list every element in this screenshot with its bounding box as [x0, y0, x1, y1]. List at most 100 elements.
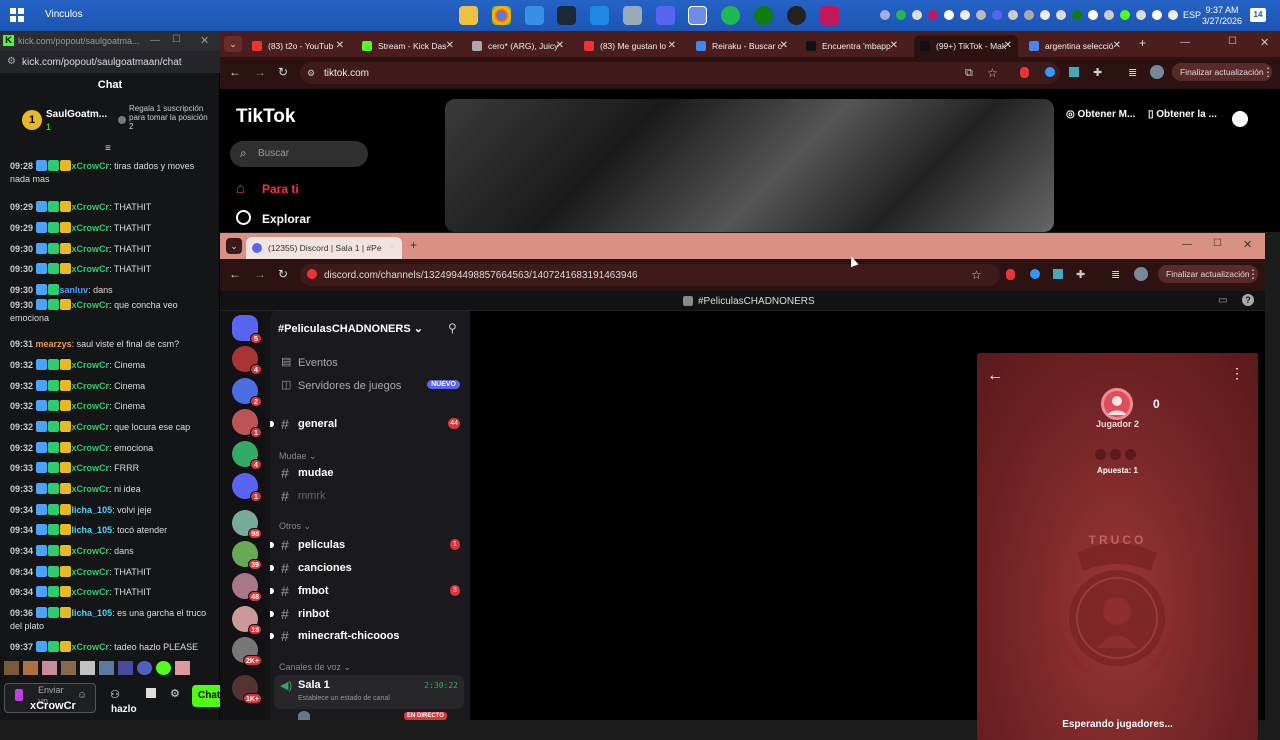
user-badge-icon[interactable] [35, 442, 47, 453]
close-icon[interactable]: ✕ [1243, 238, 1252, 251]
user-badge-icon[interactable] [59, 566, 71, 577]
clock[interactable]: 9:37 AM 3/27/2026 [1202, 5, 1242, 27]
message-username[interactable]: licha_105 [72, 608, 113, 618]
browser-tab[interactable]: Encuentra 'mbapp ✕ [800, 35, 904, 57]
server-icon[interactable]: 98 [232, 510, 262, 539]
user-badge-icon[interactable] [47, 380, 59, 391]
user-badge-icon[interactable] [35, 545, 47, 556]
tray-icon[interactable] [976, 10, 986, 20]
maximize-icon[interactable]: ☐ [1213, 238, 1222, 249]
user-badge-icon[interactable] [35, 421, 47, 432]
user-badge-icon[interactable] [59, 400, 71, 411]
discord-tab[interactable]: (12355) Discord | Sala 1 | #Pe ✕ [246, 237, 402, 259]
forward-icon[interactable]: → [254, 65, 266, 79]
get-app-button[interactable]: ◎ Obtener M... [1066, 109, 1135, 120]
new-tab-icon[interactable]: + [410, 238, 417, 252]
emote[interactable] [61, 661, 76, 675]
tiktok-address-bar[interactable] [300, 62, 1060, 84]
user-badge-icon[interactable] [47, 160, 59, 171]
profile-avatar[interactable] [1150, 65, 1164, 79]
extensions-puzzle-icon[interactable]: ✚ [1093, 66, 1102, 79]
message-username[interactable]: xCrowCr [72, 264, 110, 274]
user-badge-icon[interactable] [35, 462, 47, 473]
user-badge-icon[interactable] [47, 483, 59, 494]
channel-peliculas[interactable]: # peliculas 1 [270, 535, 464, 555]
menu-kebab-icon[interactable]: ⋮ [1262, 65, 1274, 79]
user-badge-icon[interactable] [59, 160, 71, 171]
events-item[interactable]: ▤ Eventos [278, 353, 464, 373]
server-icon[interactable]: 1 [232, 409, 262, 438]
maximize-icon[interactable]: ☐ [1228, 36, 1237, 47]
user-badge-icon[interactable] [47, 299, 59, 310]
message-username[interactable]: xCrowCr [72, 381, 110, 391]
minimize-icon[interactable]: — [1180, 37, 1190, 48]
tray-icon[interactable] [1008, 10, 1018, 20]
tray-icon[interactable] [912, 10, 922, 20]
user-avatar[interactable] [298, 711, 310, 720]
user-badge-icon[interactable] [47, 442, 59, 453]
windows-start-icon[interactable] [10, 8, 24, 22]
user-badge-icon[interactable] [35, 222, 47, 233]
invite-user-icon[interactable]: ⚲ [448, 321, 457, 335]
user-badge-icon[interactable] [59, 380, 71, 391]
user-badge-icon[interactable] [59, 483, 71, 494]
category-mudae[interactable]: Mudae ⌄ [279, 451, 317, 462]
emote[interactable] [137, 661, 152, 675]
profile-avatar[interactable] [1134, 267, 1148, 281]
user-badge-icon[interactable] [35, 524, 47, 535]
nav-for-you[interactable]: Para ti [262, 182, 299, 196]
server-icon[interactable]: 2K+ [232, 637, 262, 666]
user-badge-icon[interactable] [47, 421, 59, 432]
user-badge-icon[interactable] [59, 524, 71, 535]
browser-tab[interactable]: Reiraku - Buscar c ✕ [690, 35, 794, 57]
user-badge-icon[interactable] [47, 524, 59, 535]
user-badge-icon[interactable] [47, 641, 59, 652]
user-badge-icon[interactable] [35, 201, 47, 212]
message-username[interactable]: xCrowCr [72, 484, 110, 494]
tiktok-search-input[interactable]: ⌕ Buscar [230, 141, 368, 167]
browser-tab[interactable]: (83) t2o - YouTub ✕ [246, 35, 350, 57]
user-badge-icon[interactable] [59, 263, 71, 274]
user-badge-icon[interactable] [47, 545, 59, 556]
gift-icon[interactable] [146, 688, 156, 698]
browser-tab[interactable]: (83) Me gustan lo ✕ [578, 35, 682, 57]
user-badge-icon[interactable] [35, 607, 47, 618]
message-username[interactable]: licha_105 [72, 525, 113, 535]
close-tab-icon[interactable]: ✕ [668, 40, 676, 51]
user-badge-icon[interactable] [47, 284, 59, 295]
obs-icon[interactable] [787, 6, 806, 25]
message-username[interactable]: xCrowCr [72, 401, 110, 411]
message-username[interactable]: xCrowCr [72, 567, 110, 577]
tray-icon[interactable] [1024, 10, 1034, 20]
extension-icon[interactable] [1020, 67, 1029, 78]
app-icon[interactable] [820, 6, 839, 25]
user-badge-icon[interactable] [59, 243, 71, 254]
bookmark-star-icon[interactable]: ☆ [971, 268, 982, 282]
tab-search-icon[interactable]: ⌄ [226, 238, 242, 254]
chrome-active-icon[interactable] [688, 6, 707, 25]
user-badge-icon[interactable] [59, 545, 71, 556]
user-badge-icon[interactable] [35, 586, 47, 597]
extension-icon[interactable] [1053, 269, 1063, 279]
back-arrow-icon[interactable]: ← [987, 367, 1003, 385]
server-icon[interactable]: 1K+ [232, 675, 262, 704]
minimize-icon[interactable]: — [1182, 239, 1192, 250]
close-tab-icon[interactable]: ✕ [1004, 40, 1012, 51]
server-icon[interactable]: 39 [232, 541, 262, 570]
volume-icon[interactable] [1104, 10, 1114, 20]
menu-kebab-icon[interactable]: ⋮ [1247, 267, 1259, 281]
update-button[interactable]: Finalizar actualización [1172, 63, 1272, 81]
message-username[interactable]: xCrowCr [72, 161, 110, 171]
settings-icon[interactable]: ⚙ [170, 687, 180, 700]
calendar-icon[interactable] [590, 6, 609, 25]
browser-tab[interactable]: argentina selecció ✕ [1023, 35, 1127, 57]
message-username[interactable]: mearzys [36, 339, 72, 349]
message-username[interactable]: xCrowCr [72, 642, 110, 652]
close-icon[interactable]: ✕ [1260, 36, 1269, 49]
tiktok-video[interactable] [445, 99, 1054, 232]
user-badge-icon[interactable] [47, 607, 59, 618]
category-otros[interactable]: Otros ⌄ [279, 521, 311, 532]
user-badge-icon[interactable] [35, 566, 47, 577]
user-badge-icon[interactable] [47, 359, 59, 370]
chrome-icon[interactable] [492, 6, 511, 25]
